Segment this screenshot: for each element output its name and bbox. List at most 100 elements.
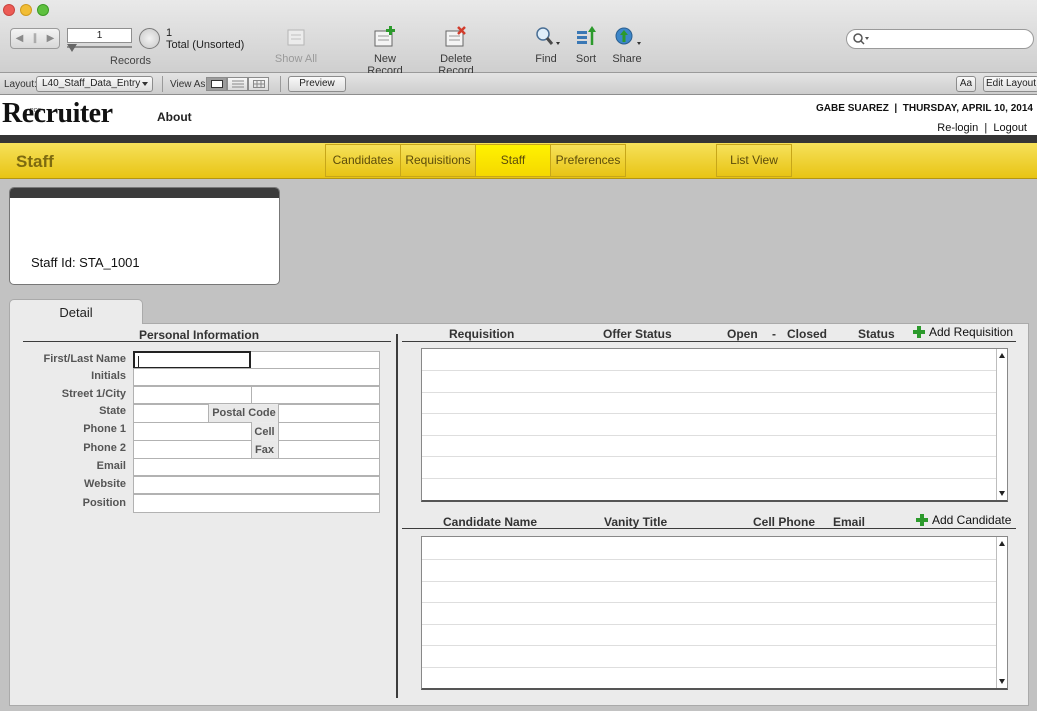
record-count-status: Total (Unsorted) — [166, 39, 245, 51]
plus-icon — [913, 326, 925, 338]
requisitions-portal[interactable] — [421, 348, 1008, 502]
current-date: THURSDAY, APRIL 10, 2014 — [902, 103, 1033, 114]
close-window-button[interactable] — [3, 4, 15, 16]
main-nav: Staff Candidates Requisitions Staff Pref… — [0, 143, 1037, 179]
show-all-button[interactable]: Show All — [273, 25, 319, 65]
divider — [280, 76, 281, 92]
fax-label: Fax — [252, 441, 277, 458]
portal-row-line — [422, 624, 996, 625]
record-navigation[interactable]: ◀ ∥ ▶ — [10, 28, 60, 49]
share-button[interactable]: Share — [610, 25, 644, 65]
previous-record-icon[interactable]: ◀ — [16, 33, 24, 44]
first-name-field[interactable] — [133, 351, 251, 369]
window-toolbar: ◀ ∥ ▶ 1 Records 1 Total (Unsorted) Show … — [0, 0, 1037, 77]
records-label: Records — [110, 55, 151, 67]
first-last-name-label: First/Last Name — [43, 353, 126, 365]
position-field[interactable] — [133, 494, 380, 513]
add-requisition-label: Add Requisition — [929, 325, 1014, 339]
view-as-segmented[interactable] — [206, 77, 269, 91]
state-field[interactable] — [133, 404, 209, 423]
search-input[interactable] — [846, 29, 1034, 49]
record-slider-handle[interactable] — [67, 44, 77, 52]
layout-select[interactable]: L40_Staff_Data_Entry — [36, 76, 153, 92]
email-column-header: Email — [833, 515, 866, 529]
open-closed-separator: - — [772, 327, 776, 341]
tab-list-view[interactable]: List View — [716, 144, 792, 177]
tab-preferences[interactable]: Preferences — [550, 144, 626, 177]
new-record-icon — [374, 26, 395, 47]
record-count-number: 1 — [166, 27, 173, 39]
chevron-down-icon — [142, 82, 148, 86]
zoom-window-button[interactable] — [37, 4, 49, 16]
fax-field[interactable] — [278, 440, 380, 459]
divider: | — [891, 103, 900, 114]
requisitions-scrollbar[interactable] — [996, 349, 1007, 500]
header-divider-bar — [0, 135, 1037, 143]
candidates-scrollbar[interactable] — [996, 537, 1007, 688]
search-icon — [853, 33, 869, 45]
next-record-icon[interactable]: ▶ — [47, 33, 55, 44]
list-view-icon[interactable] — [227, 77, 248, 91]
edit-layout-button[interactable]: Edit Layout — [983, 76, 1037, 92]
sort-button[interactable]: Sort — [572, 25, 600, 65]
sort-icon — [577, 26, 596, 45]
share-icon — [615, 27, 641, 45]
cell-field[interactable] — [278, 422, 380, 441]
layout-label: Layout: — [4, 79, 37, 90]
tab-detail[interactable]: Detail — [9, 299, 143, 324]
cell-phone-column-header: Cell Phone — [753, 515, 816, 529]
view-as-label: View As: — [170, 79, 209, 90]
phone1-field[interactable] — [133, 422, 252, 441]
formatting-bar-button[interactable]: Aa — [956, 76, 976, 92]
staff-id: Staff Id: STA_1001 — [31, 255, 140, 270]
relogin-link[interactable]: Re-login — [937, 122, 978, 134]
state-label: State — [99, 405, 126, 417]
closed-column-header: Closed — [787, 327, 828, 341]
portal-row-line — [422, 370, 996, 371]
email-field[interactable] — [133, 458, 380, 476]
phone2-field[interactable] — [133, 440, 252, 459]
email-label: Email — [96, 460, 126, 472]
street-field[interactable] — [133, 386, 252, 404]
user-name: GABE SUAREZ — [816, 103, 889, 114]
postal-code-field[interactable] — [278, 404, 380, 423]
postal-code-label: Postal Code — [210, 405, 278, 422]
delete-record-button[interactable]: Delete Record — [421, 25, 491, 77]
portal-row-line — [422, 602, 996, 603]
initials-label: Initials — [91, 370, 126, 382]
form-view-icon[interactable] — [206, 77, 227, 91]
scroll-down-icon[interactable] — [999, 491, 1005, 496]
share-label: Share — [612, 53, 642, 65]
staff-summary-card: Staff Id: STA_1001 — [9, 187, 280, 285]
phone2-label: Phone 2 — [83, 442, 126, 454]
logout-link[interactable]: Logout — [993, 122, 1027, 134]
city-field[interactable] — [251, 386, 380, 404]
about-link[interactable]: About — [157, 110, 192, 124]
find-button[interactable]: Find — [530, 25, 562, 65]
book-icon: ∥ — [32, 33, 38, 44]
scroll-up-icon[interactable] — [999, 541, 1005, 546]
personal-information-title: Personal Information — [139, 328, 260, 342]
portal-row-line — [422, 559, 996, 560]
new-record-button[interactable]: New Record — [355, 25, 415, 77]
tab-requisitions[interactable]: Requisitions — [400, 144, 476, 177]
section-divider — [23, 341, 391, 342]
add-requisition-button[interactable]: Add Requisition — [913, 325, 1013, 339]
tab-staff[interactable]: Staff — [475, 144, 551, 177]
preview-button[interactable]: Preview — [288, 76, 346, 92]
candidates-portal[interactable] — [421, 536, 1008, 690]
record-number-input[interactable]: 1 — [67, 28, 132, 43]
add-candidate-button[interactable]: Add Candidate — [916, 513, 1011, 527]
offer-status-column-header: Offer Status — [603, 327, 672, 341]
add-candidate-label: Add Candidate — [932, 513, 1012, 527]
minimize-window-button[interactable] — [20, 4, 32, 16]
table-view-icon[interactable] — [248, 77, 269, 91]
scroll-down-icon[interactable] — [999, 679, 1005, 684]
website-field[interactable] — [133, 476, 380, 494]
position-label: Position — [82, 497, 126, 509]
status-column-header: Status — [858, 327, 895, 341]
scroll-up-icon[interactable] — [999, 353, 1005, 358]
tab-candidates[interactable]: Candidates — [325, 144, 401, 177]
initials-field[interactable] — [133, 368, 380, 386]
portal-row-line — [422, 667, 996, 668]
